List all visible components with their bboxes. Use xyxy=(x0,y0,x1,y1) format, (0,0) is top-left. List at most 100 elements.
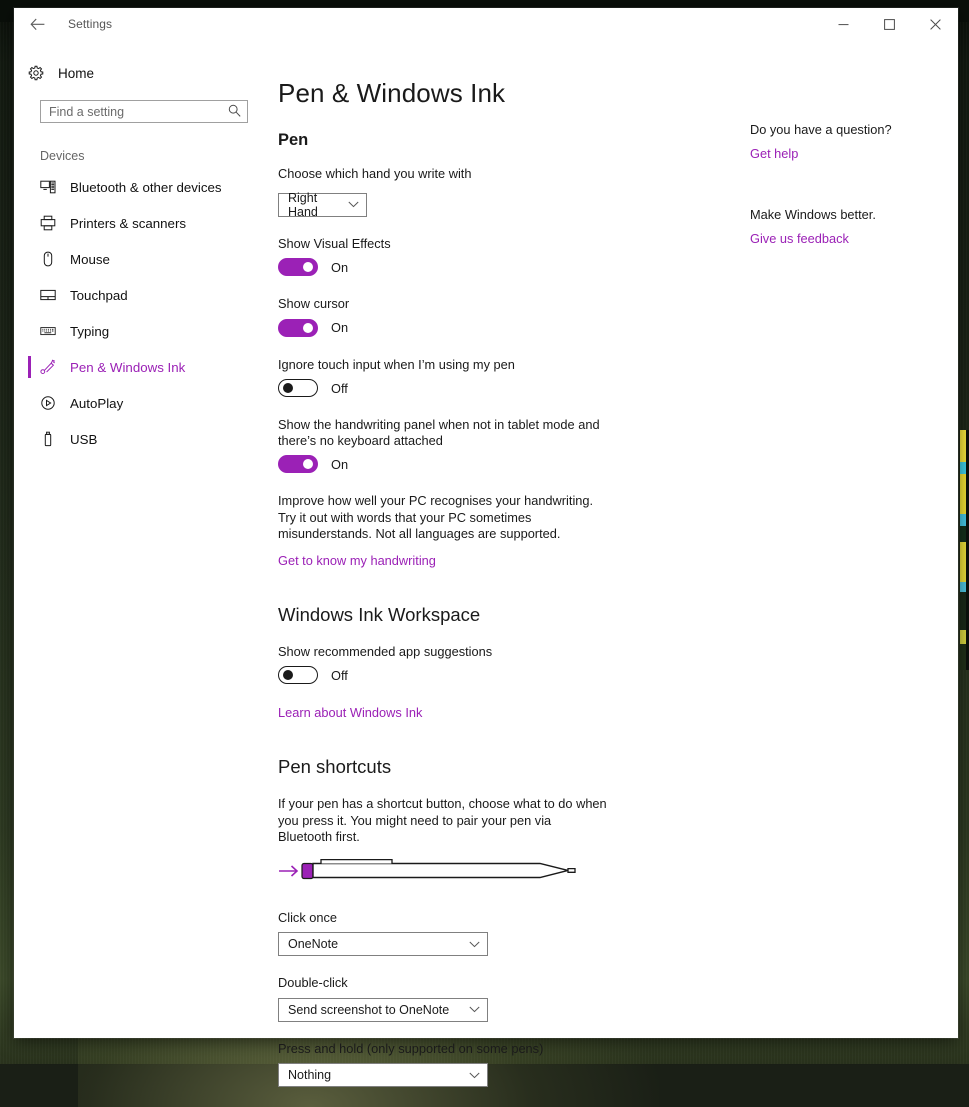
window-caption-buttons xyxy=(820,8,958,40)
surface-pen-illustration xyxy=(278,855,750,890)
ignore-touch-input-field: Ignore touch input when I’m using my pen… xyxy=(278,357,750,398)
window-title: Settings xyxy=(68,17,112,31)
click-once-value: OneNote xyxy=(288,937,338,951)
ignore-touch-input-state: Off xyxy=(331,381,348,396)
learn-about-windows-ink-link[interactable]: Learn about Windows Ink xyxy=(278,705,422,720)
help-feedback-heading: Make Windows better. xyxy=(750,207,950,222)
show-cursor-row: On xyxy=(278,319,750,337)
back-button[interactable] xyxy=(14,8,60,40)
mouse-icon xyxy=(40,251,70,267)
maximize-button[interactable] xyxy=(866,8,912,40)
app-suggestions-field: Show recommended app suggestions Off xyxy=(278,644,750,685)
ignore-touch-input-label: Ignore touch input when I’m using my pen xyxy=(278,357,608,373)
writing-hand-dropdown[interactable]: Right Hand xyxy=(278,193,367,217)
ignore-touch-input-row: Off xyxy=(278,379,750,397)
pen-icon xyxy=(40,359,70,375)
sidebar-item-label: Pen & Windows Ink xyxy=(70,360,185,375)
toggle-knob xyxy=(283,670,293,680)
sidebar-category-label: Devices xyxy=(14,149,270,163)
gear-icon xyxy=(28,65,58,81)
sidebar: Home Devices xyxy=(14,40,270,457)
handwriting-description: Improve how well your PC recognises your… xyxy=(278,493,608,543)
app-suggestions-row: Off xyxy=(278,666,750,684)
show-visual-effects-label: Show Visual Effects xyxy=(278,236,608,252)
writing-hand-value: Right Hand xyxy=(288,191,338,219)
help-group-question: Do you have a question? Get help xyxy=(750,122,950,163)
window-body: Home Devices xyxy=(14,40,958,1038)
double-click-label: Double-click xyxy=(278,975,608,991)
give-us-feedback-link[interactable]: Give us feedback xyxy=(750,231,849,246)
play-circle-icon xyxy=(40,395,70,411)
chevron-down-icon xyxy=(469,941,480,948)
double-click-value: Send screenshot to OneNote xyxy=(288,1003,449,1017)
show-cursor-field: Show cursor On xyxy=(278,296,750,337)
sidebar-item-label: AutoPlay xyxy=(70,396,123,411)
double-click-dropdown[interactable]: Send screenshot to OneNote xyxy=(278,998,488,1022)
handwriting-panel-toggle[interactable] xyxy=(278,455,318,473)
sidebar-item-pen-windows-ink[interactable]: Pen & Windows Ink xyxy=(14,349,270,385)
show-cursor-label: Show cursor xyxy=(278,296,608,312)
writing-hand-label: Choose which hand you write with xyxy=(278,166,608,182)
sidebar-item-autoplay[interactable]: AutoPlay xyxy=(14,385,270,421)
toggle-knob xyxy=(303,459,313,469)
app-suggestions-label: Show recommended app suggestions xyxy=(278,644,608,660)
click-once-label: Click once xyxy=(278,910,608,926)
sidebar-item-label: Typing xyxy=(70,324,109,339)
get-to-know-handwriting-link[interactable]: Get to know my handwriting xyxy=(278,553,436,568)
sidebar-item-label: Bluetooth & other devices xyxy=(70,180,222,195)
minimize-button[interactable] xyxy=(820,8,866,40)
title-bar: Settings xyxy=(14,8,958,40)
sidebar-item-mouse[interactable]: Mouse xyxy=(14,241,270,277)
handwriting-panel-label: Show the handwriting panel when not in t… xyxy=(278,417,608,448)
printer-icon xyxy=(40,215,70,231)
main-content: Pen & Windows Ink Pen Choose which hand … xyxy=(270,40,750,1106)
press-and-hold-value: Nothing xyxy=(288,1068,331,1082)
touchpad-icon xyxy=(40,287,70,303)
close-button[interactable] xyxy=(912,8,958,40)
toggle-knob xyxy=(303,262,313,272)
sidebar-item-printers-scanners[interactable]: Printers & scanners xyxy=(14,205,270,241)
chevron-down-icon xyxy=(348,201,359,208)
show-visual-effects-row: On xyxy=(278,258,750,276)
press-and-hold-dropdown[interactable]: Nothing xyxy=(278,1063,488,1087)
help-group-feedback: Make Windows better. Give us feedback xyxy=(750,207,950,248)
sidebar-item-home[interactable]: Home xyxy=(14,56,270,90)
page-title: Pen & Windows Ink xyxy=(278,78,750,109)
show-visual-effects-field: Show Visual Effects On xyxy=(278,236,750,277)
press-and-hold-label: Press and hold (only supported on some p… xyxy=(278,1041,608,1057)
show-visual-effects-toggle[interactable] xyxy=(278,258,318,276)
click-once-dropdown[interactable]: OneNote xyxy=(278,932,488,956)
sidebar-item-bluetooth-other-devices[interactable]: Bluetooth & other devices xyxy=(14,169,270,205)
section-title-pen: Pen xyxy=(278,131,750,150)
writing-hand-field: Choose which hand you write with Right H… xyxy=(278,166,750,217)
sidebar-item-typing[interactable]: Typing xyxy=(14,313,270,349)
section-title-pen-shortcuts: Pen shortcuts xyxy=(278,756,750,778)
toggle-knob xyxy=(283,383,293,393)
screen-edge-strip xyxy=(960,430,969,670)
settings-window: Settings xyxy=(14,8,958,1038)
help-panel: Do you have a question? Get help Make Wi… xyxy=(750,40,958,292)
search-input[interactable] xyxy=(40,100,248,123)
sidebar-item-home-label: Home xyxy=(58,66,94,81)
double-click-field: Double-click Send screenshot to OneNote xyxy=(278,975,750,1022)
sidebar-item-touchpad[interactable]: Touchpad xyxy=(14,277,270,313)
handwriting-panel-row: On xyxy=(278,455,750,473)
chevron-down-icon xyxy=(469,1072,480,1079)
show-cursor-toggle[interactable] xyxy=(278,319,318,337)
show-visual-effects-state: On xyxy=(331,260,348,275)
chevron-down-icon xyxy=(469,1006,480,1013)
handwriting-panel-state: On xyxy=(331,457,348,472)
app-suggestions-toggle[interactable] xyxy=(278,666,318,684)
pen-shortcuts-description: If your pen has a shortcut button, choos… xyxy=(278,796,608,846)
help-question-heading: Do you have a question? xyxy=(750,122,950,137)
ignore-touch-input-toggle[interactable] xyxy=(278,379,318,397)
sidebar-item-usb[interactable]: USB xyxy=(14,421,270,457)
show-cursor-state: On xyxy=(331,320,348,335)
bluetooth-devices-icon xyxy=(40,179,70,195)
get-help-link[interactable]: Get help xyxy=(750,146,798,161)
app-suggestions-state: Off xyxy=(331,668,348,683)
handwriting-panel-field: Show the handwriting panel when not in t… xyxy=(278,417,750,473)
sidebar-item-label: USB xyxy=(70,432,97,447)
sidebar-item-label: Touchpad xyxy=(70,288,128,303)
click-once-field: Click once OneNote xyxy=(278,910,750,957)
